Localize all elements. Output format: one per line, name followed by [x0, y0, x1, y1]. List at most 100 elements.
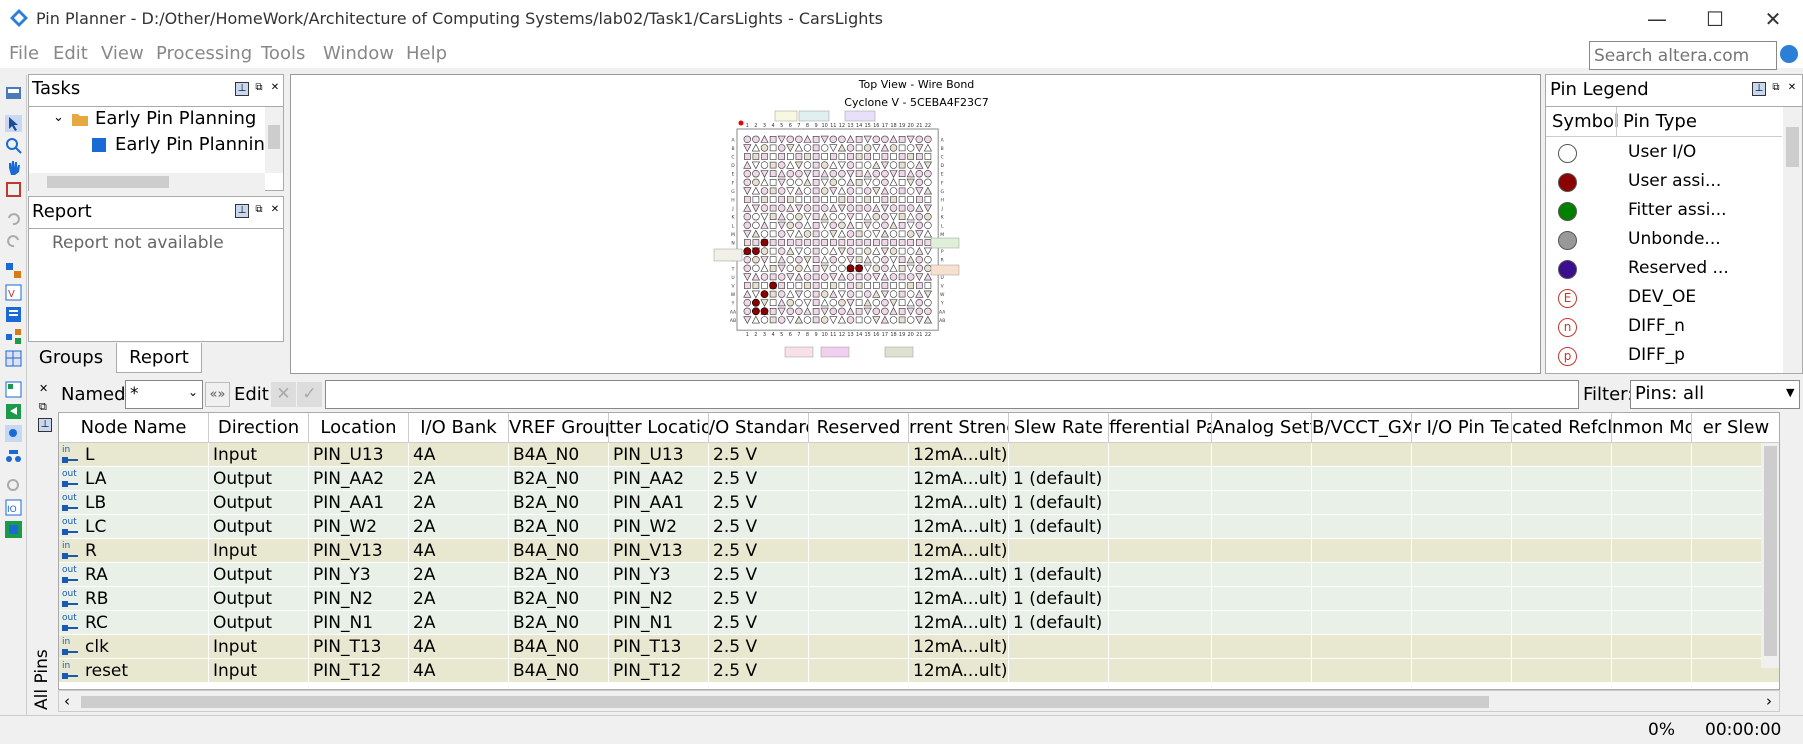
table-cell-direction[interactable]: Output	[209, 563, 309, 587]
refresh-icon[interactable]	[5, 477, 22, 494]
menu-view[interactable]: View	[101, 43, 144, 64]
select-arrow-icon[interactable]	[5, 115, 22, 132]
all-pins-tab[interactable]: All Pins	[30, 640, 58, 715]
table-cell-empty[interactable]	[1312, 539, 1412, 563]
io-icon[interactable]: V	[5, 284, 22, 301]
column-header[interactable]: tter Location	[609, 413, 709, 443]
tab-groups[interactable]: Groups	[28, 343, 114, 373]
column-header[interactable]: Slew Rate	[1009, 413, 1109, 443]
table-cell-empty[interactable]	[1412, 659, 1512, 683]
table-cell-bank[interactable]: 2A	[409, 491, 509, 515]
table-cell-vref[interactable]: B2A_N0	[509, 611, 609, 635]
scroll-right-icon[interactable]: ›	[1766, 692, 1772, 710]
table-cell-vref[interactable]: B2A_N0	[509, 515, 609, 539]
table-cell-slew[interactable]	[1009, 659, 1109, 683]
table-cell-location[interactable]: PIN_V13	[309, 539, 409, 563]
table-cell-reserved[interactable]	[809, 539, 909, 563]
table-cell-bank[interactable]: 2A	[409, 515, 509, 539]
undo-icon[interactable]	[5, 210, 22, 227]
pin-panel-icon[interactable]: ⊥	[1752, 82, 1766, 96]
table-cell-empty[interactable]	[1512, 659, 1612, 683]
table-cell-bank[interactable]: 4A	[409, 635, 509, 659]
table-cell-current[interactable]: 12mA...ult)	[909, 563, 1009, 587]
table-cell-empty[interactable]	[1612, 491, 1692, 515]
table-cell-empty[interactable]	[1109, 659, 1212, 683]
table-cell-empty[interactable]	[1212, 467, 1312, 491]
assign-icon[interactable]	[5, 381, 22, 398]
table-cell-location[interactable]: PIN_N1	[309, 611, 409, 635]
table-cell-empty[interactable]	[1312, 515, 1412, 539]
table-row[interactable]: out RB Output PIN_N2 2A B2A_N0 PIN_N2 2.5 V 12mA…	[59, 587, 1779, 611]
table-cell-current[interactable]: 12mA...ult)	[909, 491, 1009, 515]
pin-panel-icon[interactable]: ⊥	[38, 418, 52, 432]
table-row[interactable]: in reset Input PIN_T12 4A B4A_N0 PIN_T12 2.5 V1…	[59, 659, 1779, 683]
table-cell-std[interactable]: 2.5 V	[709, 467, 809, 491]
table-cell-empty[interactable]	[1412, 491, 1512, 515]
table-cell-fitter[interactable]: PIN_U13	[609, 443, 709, 467]
column-header[interactable]: nmon Mode	[1612, 413, 1692, 443]
table-cell-slew[interactable]: 1 (default)	[1009, 587, 1109, 611]
tasks-scrollbar-v[interactable]	[265, 107, 283, 173]
table-cell-direction[interactable]: Output	[209, 491, 309, 515]
table-cell-std[interactable]: 2.5 V	[709, 539, 809, 563]
table-cell-reserved[interactable]	[809, 443, 909, 467]
confirm-edit-icon[interactable]: ✓	[297, 382, 322, 407]
table-cell-empty[interactable]	[1612, 659, 1692, 683]
table-cell-vref[interactable]: B4A_N0	[509, 659, 609, 683]
table-cell-empty[interactable]	[1612, 467, 1692, 491]
table-cell-std[interactable]: 2.5 V	[709, 635, 809, 659]
table-cell-empty[interactable]	[1512, 563, 1612, 587]
table-cell-empty[interactable]	[1212, 659, 1312, 683]
table-cell-bank[interactable]: 2A	[409, 587, 509, 611]
table-cell-name[interactable]: LA	[81, 467, 209, 491]
tasks-scrollbar-h[interactable]	[29, 173, 265, 191]
table-cell-empty[interactable]	[1512, 515, 1612, 539]
table-cell-empty[interactable]	[1212, 491, 1312, 515]
close-panel-icon[interactable]: ✕	[268, 82, 282, 96]
table-cell-empty[interactable]	[1512, 467, 1612, 491]
table-cell-fitter[interactable]: PIN_W2	[609, 515, 709, 539]
table-cell-current[interactable]: 12mA...ult)	[909, 515, 1009, 539]
table-cell-reserved[interactable]	[809, 659, 909, 683]
table-cell-empty[interactable]	[1212, 635, 1312, 659]
table-cell-slew[interactable]	[1009, 443, 1109, 467]
table-cell-std[interactable]: 2.5 V	[709, 443, 809, 467]
table-cell-empty[interactable]	[1412, 587, 1512, 611]
redo-icon[interactable]	[5, 232, 22, 249]
table-cell-location[interactable]: PIN_Y3	[309, 563, 409, 587]
table-cell-bank[interactable]: 2A	[409, 611, 509, 635]
table-cell-direction[interactable]: Output	[209, 515, 309, 539]
named-options-button[interactable]: «»	[205, 382, 230, 407]
table-cell-vref[interactable]: B2A_N0	[509, 587, 609, 611]
table-cell-slew[interactable]: 1 (default)	[1009, 563, 1109, 587]
table-row[interactable]: out LB Output PIN_AA1 2A B2A_N0 PIN_AA1 2.5 V 12…	[59, 491, 1779, 515]
table-cell-fitter[interactable]: PIN_Y3	[609, 563, 709, 587]
pin-panel-icon[interactable]: ⊥	[235, 204, 249, 218]
table-cell-fitter[interactable]: PIN_V13	[609, 539, 709, 563]
close-button[interactable]: ✕	[1744, 0, 1802, 38]
table-cell-bank[interactable]: 2A	[409, 467, 509, 491]
table-cell-direction[interactable]: Input	[209, 659, 309, 683]
table-cell-std[interactable]: 2.5 V	[709, 587, 809, 611]
table-cell-fitter[interactable]: PIN_N2	[609, 587, 709, 611]
close-panel-icon[interactable]: ✕	[39, 382, 48, 395]
table-cell-empty[interactable]	[1612, 587, 1692, 611]
menu-tools[interactable]: Tools	[261, 43, 305, 64]
column-header[interactable]: fferential Pa	[1109, 413, 1212, 443]
table-cell-location[interactable]: PIN_T12	[309, 659, 409, 683]
table-cell-name[interactable]: R	[81, 539, 209, 563]
table-cell-empty[interactable]	[1612, 515, 1692, 539]
table-cell-empty[interactable]	[1512, 587, 1612, 611]
float-panel-icon[interactable]: ⧉	[1769, 82, 1783, 96]
table-cell-reserved[interactable]	[809, 587, 909, 611]
table-cell-location[interactable]: PIN_AA2	[309, 467, 409, 491]
table-cell-current[interactable]: 12mA...ult)	[909, 659, 1009, 683]
table-cell-empty[interactable]	[1212, 563, 1312, 587]
table-cell-name[interactable]: LC	[81, 515, 209, 539]
maximize-button[interactable]: ☐	[1686, 0, 1744, 38]
menu-processing[interactable]: Processing	[156, 43, 252, 64]
cancel-edit-icon[interactable]: ✕	[271, 382, 296, 407]
table-cell-empty[interactable]	[1109, 443, 1212, 467]
table-cell-std[interactable]: 2.5 V	[709, 611, 809, 635]
table-cell-direction[interactable]: Output	[209, 587, 309, 611]
